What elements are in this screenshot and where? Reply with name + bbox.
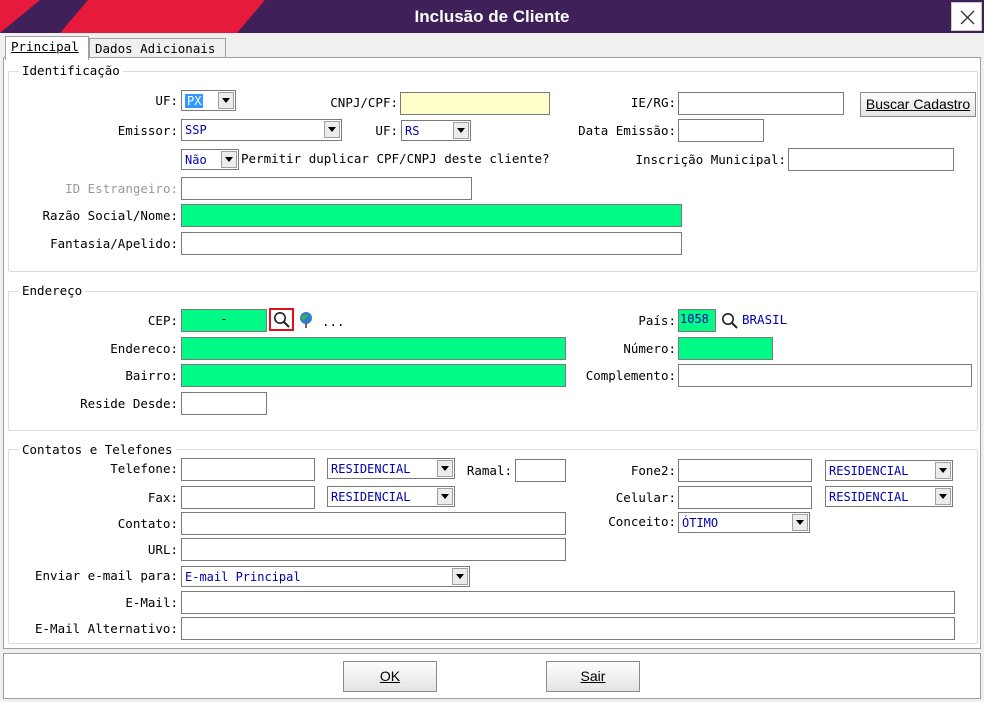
tab-panel: Identificação UF: PX CNPJ/CPF: IE/RG: Bu… xyxy=(3,57,981,649)
chevron-down-icon xyxy=(437,460,453,477)
footer-bar: OK Sair xyxy=(3,653,981,699)
reside-field[interactable] xyxy=(181,392,267,415)
pais-label: País: xyxy=(638,313,676,328)
ok-button[interactable]: OK xyxy=(343,661,437,692)
endereco-field[interactable] xyxy=(181,337,566,360)
bairro-field[interactable] xyxy=(181,364,566,387)
duplicar-label: Permitir duplicar CPF/CNPJ deste cliente… xyxy=(241,151,550,166)
fantasia-label: Fantasia/Apelido: xyxy=(50,236,178,251)
id-estrangeiro-field[interactable] xyxy=(181,177,472,200)
contato-label: Contato: xyxy=(117,516,178,531)
endereco-label: Endereco: xyxy=(110,341,178,356)
fone2-label: Fone2: xyxy=(630,463,676,478)
ierg-field[interactable] xyxy=(678,92,844,115)
cnpj-label: CNPJ/CPF: xyxy=(330,95,398,110)
uf2-label: UF: xyxy=(375,123,398,138)
tab-dados-adicionais[interactable]: Dados Adicionais xyxy=(89,38,226,58)
chevron-down-icon xyxy=(324,121,340,138)
cnpj-field[interactable] xyxy=(400,92,550,115)
uf-label: UF: xyxy=(155,93,178,108)
fax-tipo-select[interactable]: RESIDENCIAL xyxy=(327,486,455,507)
email-field[interactable] xyxy=(181,591,955,614)
chevron-down-icon xyxy=(453,122,469,139)
inscricao-label: Inscrição Municipal: xyxy=(635,152,786,167)
fax-label: Fax: xyxy=(147,490,178,505)
map-button[interactable] xyxy=(297,311,315,329)
email-alt-field[interactable] xyxy=(181,617,955,640)
ierg-label: IE/RG: xyxy=(630,95,676,110)
close-icon xyxy=(960,10,975,25)
chevron-down-icon xyxy=(935,462,951,479)
celular-label: Celular: xyxy=(615,490,676,505)
cep-field[interactable]: - xyxy=(181,309,267,332)
sair-button[interactable]: Sair xyxy=(546,661,640,692)
numero-label: Número: xyxy=(623,341,676,356)
url-label: URL: xyxy=(147,542,178,557)
email-alt-label: E-Mail Alternativo: xyxy=(35,621,178,636)
window-title: Inclusão de Cliente xyxy=(414,7,570,26)
legend-contatos: Contatos e Telefones xyxy=(19,442,176,457)
title-bar: Inclusão de Cliente xyxy=(0,0,984,33)
chevron-down-icon xyxy=(792,514,808,531)
celular-tipo-select[interactable]: RESIDENCIAL xyxy=(825,486,953,507)
inscricao-field[interactable] xyxy=(788,148,954,171)
fantasia-field[interactable] xyxy=(181,232,682,255)
enviar-label: Enviar e-mail para: xyxy=(35,568,178,583)
tab-principal[interactable]: Principal xyxy=(5,36,89,60)
complemento-label: Complemento: xyxy=(585,368,676,383)
celular-field[interactable] xyxy=(678,486,812,509)
email-label: E-Mail: xyxy=(125,595,178,610)
fone2-tipo-select[interactable]: RESIDENCIAL xyxy=(825,460,953,481)
buscar-cadastro-button[interactable]: Buscar Cadastro xyxy=(860,92,976,117)
cep-search-button[interactable] xyxy=(269,308,294,331)
data-emissao-field[interactable] xyxy=(678,119,764,142)
url-field[interactable] xyxy=(181,538,566,561)
fone2-field[interactable] xyxy=(678,459,812,482)
id-estrangeiro-label: ID Estrangeiro: xyxy=(65,181,178,196)
pais-search-button[interactable] xyxy=(720,311,740,331)
complemento-field[interactable] xyxy=(678,364,972,387)
razao-field[interactable] xyxy=(181,204,682,227)
reside-label: Reside Desde: xyxy=(80,396,178,411)
telefone-tipo-select[interactable]: RESIDENCIAL xyxy=(327,458,455,479)
chevron-down-icon xyxy=(218,92,234,109)
conceito-label: Conceito: xyxy=(608,514,676,529)
razao-label: Razão Social/Nome: xyxy=(42,208,178,223)
numero-field[interactable] xyxy=(678,337,773,360)
chevron-down-icon xyxy=(221,151,237,168)
magnifier-icon xyxy=(274,312,290,328)
emissor-label: Emissor: xyxy=(117,123,178,138)
close-button[interactable] xyxy=(951,2,982,31)
chevron-down-icon xyxy=(452,568,468,585)
magnifier-icon xyxy=(722,313,738,329)
ramal-field[interactable] xyxy=(515,459,566,482)
chevron-down-icon xyxy=(935,488,951,505)
emissor-select[interactable]: SSP xyxy=(181,119,342,141)
contato-field[interactable] xyxy=(181,512,566,535)
enviar-select[interactable]: E-mail Principal xyxy=(181,566,470,587)
fax-field[interactable] xyxy=(181,486,315,509)
conceito-select[interactable]: ÓTIMO xyxy=(678,512,810,533)
pais-name: BRASIL xyxy=(742,312,788,327)
map-pin-icon xyxy=(300,312,312,328)
telefone-field[interactable] xyxy=(181,458,315,481)
legend-endereco: Endereço xyxy=(19,283,86,298)
legend-identificacao: Identificação xyxy=(19,63,123,78)
uf2-select[interactable]: RS xyxy=(401,120,471,141)
chevron-down-icon xyxy=(437,488,453,505)
cep-ellipsis[interactable]: ... xyxy=(322,314,345,330)
bairro-label: Bairro: xyxy=(125,368,178,383)
uf-select[interactable]: PX xyxy=(181,90,236,111)
telefone-label: Telefone: xyxy=(110,461,178,476)
data-emissao-label: Data Emissão: xyxy=(578,123,676,138)
ramal-label: Ramal: xyxy=(466,463,512,478)
pais-code-field[interactable]: 1058 xyxy=(678,309,716,332)
cep-label: CEP: xyxy=(147,313,178,328)
duplicar-select[interactable]: Não xyxy=(181,149,239,170)
